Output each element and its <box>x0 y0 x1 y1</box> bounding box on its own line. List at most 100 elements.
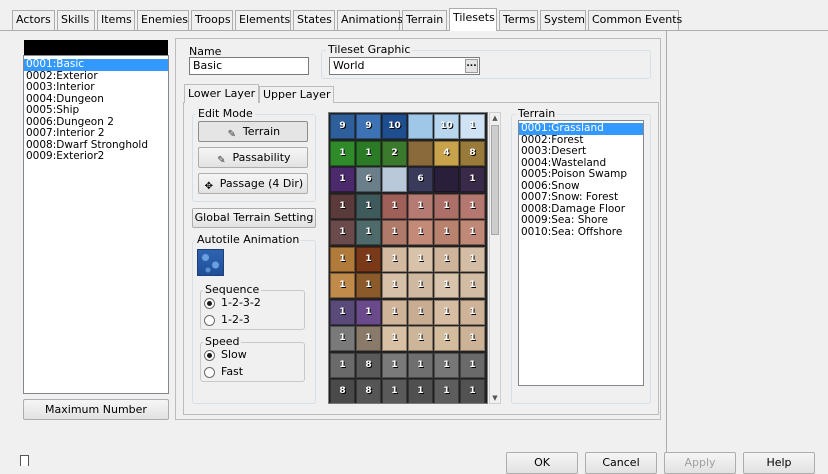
tile-cell[interactable]: 1 <box>382 326 407 351</box>
tile-cell[interactable]: 1 <box>408 193 433 219</box>
ok-button[interactable]: OK <box>506 452 578 474</box>
passability-mode-button[interactable]: ✎ Passability <box>198 147 308 168</box>
browse-graphic-button[interactable]: ... <box>465 59 478 73</box>
tab-enemies[interactable]: Enemies <box>137 10 189 30</box>
tile-cell[interactable]: 1 <box>460 326 485 351</box>
tile-cell[interactable]: 8 <box>330 379 355 403</box>
tile-cell[interactable]: 8 <box>460 140 485 166</box>
tile-cell[interactable]: 1 <box>460 167 485 192</box>
list-item[interactable]: 0005:Poison Swamp <box>519 168 643 181</box>
tab-common-events[interactable]: Common Events <box>588 10 682 30</box>
tile-cell[interactable]: 1 <box>434 299 459 325</box>
tile-cell[interactable]: 1 <box>382 246 407 272</box>
tile-cell[interactable]: 10 <box>434 114 459 139</box>
tab-items[interactable]: Items <box>97 10 135 30</box>
tile-cell[interactable]: 1 <box>382 220 407 245</box>
tile-cell[interactable] <box>408 140 433 166</box>
tab-states[interactable]: States <box>293 10 335 30</box>
tile-cell[interactable]: 1 <box>382 193 407 219</box>
terrain-mode-button[interactable]: ✎ Terrain <box>198 121 308 142</box>
sequence-option-1232[interactable]: 1-2-3-2 <box>204 297 261 309</box>
tile-cell[interactable] <box>408 114 433 139</box>
tile-cell[interactable]: 1 <box>382 299 407 325</box>
tile-cell[interactable]: 1 <box>408 246 433 272</box>
tile-cell[interactable]: 1 <box>434 220 459 245</box>
tile-cell[interactable]: 8 <box>356 379 381 403</box>
tile-cell[interactable]: 1 <box>460 246 485 272</box>
tile-cell[interactable]: 1 <box>356 273 381 298</box>
tile-grid-scrollbar[interactable]: ▲ ▼ <box>489 112 501 404</box>
tile-cell[interactable]: 1 <box>330 220 355 245</box>
global-terrain-setting-button[interactable]: Global Terrain Setting <box>192 208 316 228</box>
tile-cell[interactable] <box>382 167 407 192</box>
list-item[interactable]: 0007:Snow: Forest <box>519 191 643 204</box>
tile-cell[interactable]: 1 <box>330 273 355 298</box>
tab-actors[interactable]: Actors <box>12 10 55 30</box>
radio-selected[interactable] <box>204 349 215 361</box>
tile-cell[interactable]: 1 <box>434 246 459 272</box>
help-button[interactable]: Help <box>743 452 815 474</box>
list-item[interactable]: 0005:Ship <box>24 104 168 117</box>
tile-cell[interactable]: 1 <box>460 379 485 403</box>
tile-cell[interactable]: 1 <box>330 140 355 166</box>
tile-cell[interactable]: 2 <box>382 140 407 166</box>
radio-unselected[interactable] <box>204 314 215 326</box>
list-item[interactable]: 0010:Sea: Offshore <box>519 226 643 239</box>
tile-cell[interactable]: 1 <box>434 273 459 298</box>
tileset-list[interactable]: 0001:Basic 0002:Exterior 0003:Interior 0004… <box>23 55 169 394</box>
tab-skills[interactable]: Skills <box>57 10 95 30</box>
tile-cell[interactable]: 1 <box>460 193 485 219</box>
tile-cell[interactable]: 1 <box>460 299 485 325</box>
scrollbar-thumb[interactable] <box>491 125 499 235</box>
speed-option-slow[interactable]: Slow <box>204 349 247 361</box>
tile-cell[interactable]: 1 <box>356 299 381 325</box>
list-item[interactable]: 0001:Grassland <box>519 122 643 135</box>
passage-4dir-mode-button[interactable]: ✥ Passage (4 Dir) <box>198 173 308 194</box>
tile-cell[interactable]: 4 <box>434 140 459 166</box>
tile-cell[interactable]: 1 <box>434 193 459 219</box>
tile-cell[interactable]: 1 <box>356 140 381 166</box>
tile-cell[interactable]: 1 <box>330 193 355 219</box>
tile-cell[interactable]: 1 <box>330 352 355 378</box>
tile-cell[interactable]: 1 <box>408 220 433 245</box>
tab-animations[interactable]: Animations <box>337 10 403 30</box>
tile-cell[interactable]: 1 <box>408 326 433 351</box>
name-field[interactable]: Basic <box>189 57 309 75</box>
list-item[interactable]: 0007:Interior 2 <box>24 127 168 140</box>
tile-cell[interactable]: 1 <box>382 379 407 403</box>
tile-cell[interactable]: 8 <box>356 352 381 378</box>
tile-cell[interactable]: 1 <box>356 246 381 272</box>
tile-cell[interactable]: 1 <box>356 220 381 245</box>
tab-troops[interactable]: Troops <box>191 10 233 30</box>
list-item[interactable]: 0001:Basic <box>24 58 168 71</box>
cancel-button[interactable]: Cancel <box>585 452 657 474</box>
tab-terms[interactable]: Terms <box>499 10 538 30</box>
tile-cell[interactable]: 1 <box>382 273 407 298</box>
tile-cell[interactable]: 10 <box>382 114 407 139</box>
tile-cell[interactable]: 6 <box>408 167 433 192</box>
tab-tilesets[interactable]: Tilesets <box>449 8 497 31</box>
tab-elements[interactable]: Elements <box>235 10 291 30</box>
scroll-down-arrow-icon[interactable]: ▼ <box>490 393 500 403</box>
tile-cell[interactable]: 1 <box>408 273 433 298</box>
tile-cell[interactable]: 1 <box>356 326 381 351</box>
tile-grid[interactable]: 9 9 10 10 1 1 1 2 4 8 1 6 6 1 1 1 1 1 1 1 1 1 1 1 1 1 1 1 1 1 1 1 1 1 1 1 1 1… <box>328 112 488 404</box>
scroll-up-arrow-icon[interactable]: ▲ <box>490 113 500 123</box>
maximum-number-button[interactable]: Maximum Number <box>23 399 169 420</box>
list-item[interactable]: 0003:Desert <box>519 145 643 158</box>
tile-cell[interactable]: 9 <box>356 114 381 139</box>
tile-cell[interactable]: 1 <box>330 167 355 192</box>
list-item[interactable]: 0003:Interior <box>24 81 168 94</box>
tile-cell[interactable]: 6 <box>356 167 381 192</box>
tab-lower-layer[interactable]: Lower Layer <box>184 84 260 103</box>
tile-cell[interactable]: 1 <box>408 352 433 378</box>
tile-cell[interactable]: 1 <box>330 299 355 325</box>
tile-cell[interactable]: 1 <box>408 379 433 403</box>
tile-cell[interactable]: 1 <box>330 326 355 351</box>
radio-unselected[interactable] <box>204 366 215 378</box>
apply-button[interactable]: Apply <box>664 452 736 474</box>
tile-cell[interactable]: 1 <box>382 352 407 378</box>
list-item[interactable]: 0009:Exterior2 <box>24 150 168 163</box>
tile-cell[interactable]: 1 <box>434 326 459 351</box>
list-item[interactable]: 0009:Sea: Shore <box>519 214 643 227</box>
